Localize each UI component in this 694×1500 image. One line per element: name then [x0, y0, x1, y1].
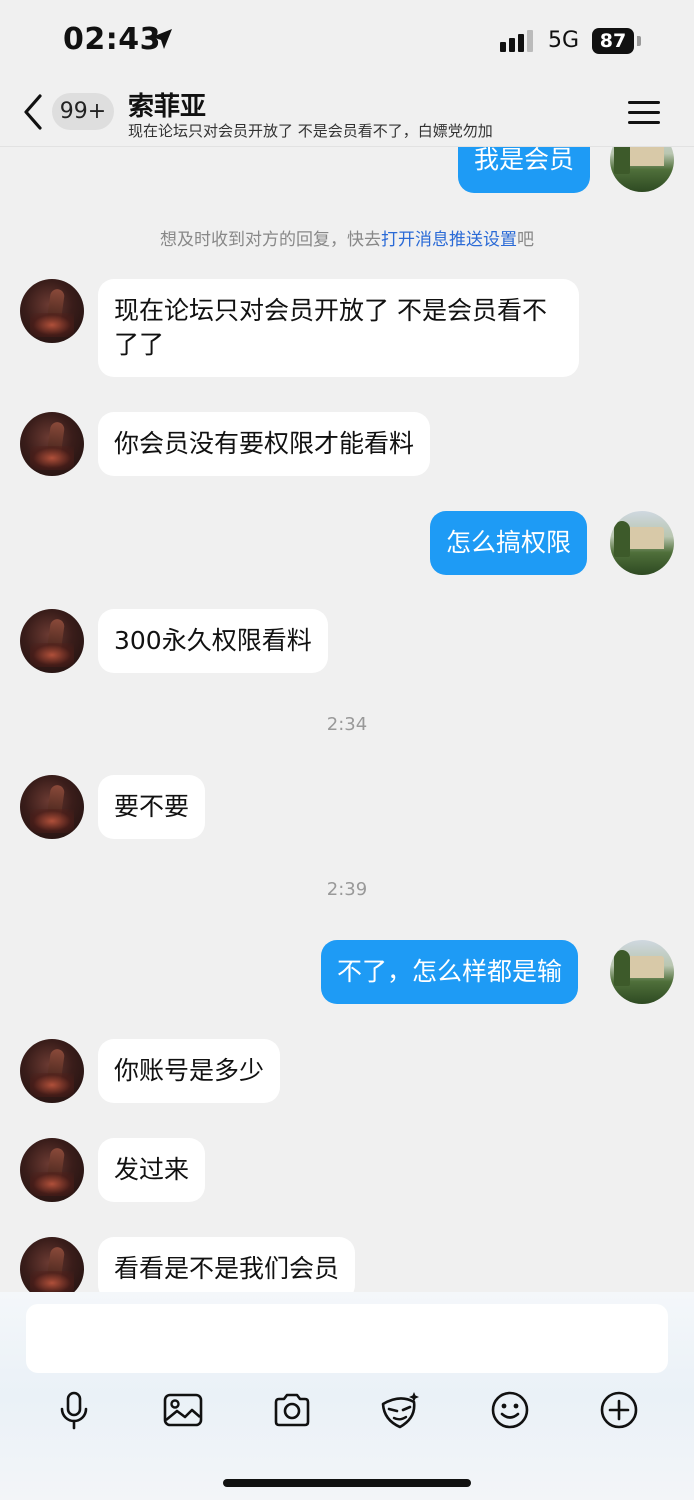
contact-avatar[interactable]	[20, 1039, 84, 1103]
contact-avatar[interactable]	[20, 1138, 84, 1202]
input-panel	[0, 1292, 694, 1500]
message-bubble-incoming[interactable]: 你账号是多少	[98, 1039, 281, 1103]
mask-sticker-icon[interactable]	[380, 1390, 420, 1430]
home-indicator[interactable]	[223, 1479, 471, 1487]
status-bar: 02:43 5G 87	[0, 0, 694, 80]
open-push-settings-link[interactable]: 打开消息推送设置	[381, 230, 517, 250]
message-bubble-incoming[interactable]: 你会员没有要权限才能看料	[98, 412, 431, 476]
contact-avatar[interactable]	[20, 412, 84, 476]
battery-tip	[637, 36, 641, 46]
image-icon[interactable]	[163, 1390, 203, 1430]
message-bubble-outgoing[interactable]: 怎么搞权限	[430, 511, 588, 575]
notice-prefix: 想及时收到对方的回复，快去	[160, 230, 381, 250]
my-avatar[interactable]	[610, 940, 674, 1004]
unread-count-badge[interactable]: 99+	[52, 93, 114, 130]
location-arrow-icon	[152, 29, 172, 49]
message-bubble-incoming[interactable]: 现在论坛只对会员开放了 不是会员看不了了	[98, 279, 579, 377]
message-input[interactable]	[26, 1304, 668, 1373]
plus-icon[interactable]	[599, 1390, 639, 1430]
my-avatar[interactable]	[610, 147, 674, 192]
contact-avatar[interactable]	[20, 775, 84, 839]
message-bubble-incoming[interactable]: 300永久权限看料	[98, 609, 328, 673]
network-type: 5G	[548, 28, 580, 53]
chat-header: 99+ 索菲亚 现在论坛只对会员开放了 不是会员看不了，白嫖党勿加	[0, 80, 694, 147]
push-notification-notice: 想及时收到对方的回复，快去打开消息推送设置吧	[0, 225, 694, 250]
message-bubble-incoming[interactable]: 要不要	[98, 775, 206, 839]
camera-icon[interactable]	[272, 1390, 312, 1430]
contact-avatar[interactable]	[20, 279, 84, 343]
emoji-icon[interactable]	[490, 1390, 530, 1430]
my-avatar[interactable]	[610, 511, 674, 575]
contact-signature: 现在论坛只对会员开放了 不是会员看不了，白嫖党勿加	[128, 122, 493, 140]
message-timestamp: 2:39	[326, 879, 368, 900]
battery-level: 87	[592, 28, 634, 54]
microphone-icon[interactable]	[54, 1390, 94, 1430]
message-timestamp: 2:34	[326, 714, 368, 735]
contact-name[interactable]: 索菲亚	[128, 86, 206, 123]
message-bubble-incoming[interactable]: 发过来	[98, 1138, 206, 1202]
message-bubble-outgoing[interactable]: 我是会员	[458, 147, 591, 193]
notice-suffix: 吧	[517, 230, 534, 250]
contact-avatar[interactable]	[20, 609, 84, 673]
menu-icon[interactable]	[626, 98, 662, 128]
message-bubble-incoming[interactable]: 看看是不是我们会员	[98, 1237, 356, 1292]
signal-icon	[500, 30, 533, 52]
message-list[interactable]: 我是会员 想及时收到对方的回复，快去打开消息推送设置吧 现在论坛只对会员开放了 …	[0, 147, 694, 1292]
contact-avatar[interactable]	[20, 1237, 84, 1292]
message-bubble-outgoing[interactable]: 不了，怎么样都是输	[321, 940, 579, 1004]
back-icon[interactable]	[18, 92, 50, 132]
status-time: 02:43	[63, 22, 161, 57]
